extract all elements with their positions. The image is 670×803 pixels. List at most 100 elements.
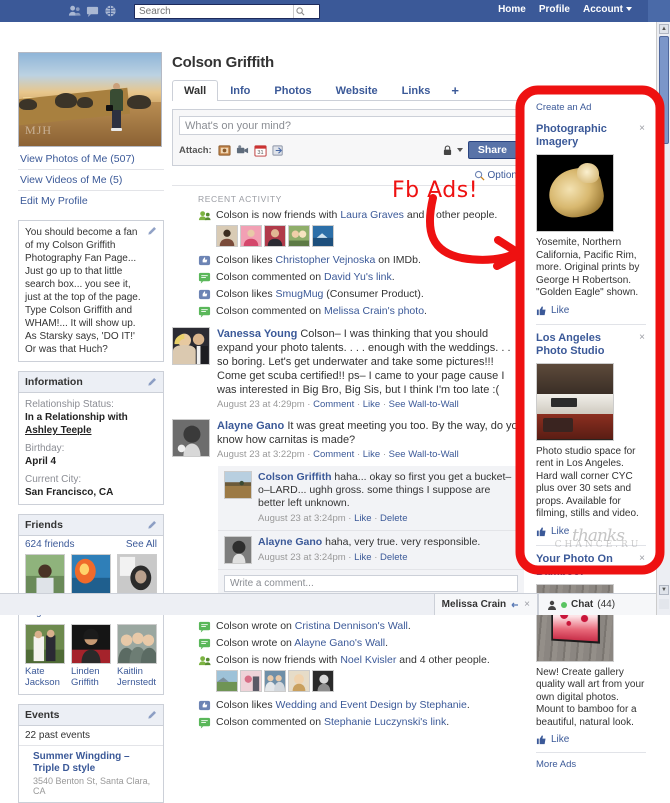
activity-thumb[interactable] bbox=[240, 670, 262, 692]
lock-icon[interactable] bbox=[443, 144, 452, 156]
options-link[interactable]: Options bbox=[488, 170, 522, 181]
chevron-down-icon[interactable] bbox=[456, 148, 463, 152]
thumbs-up-icon[interactable] bbox=[536, 526, 547, 537]
activity-thumb[interactable] bbox=[216, 670, 238, 692]
friend-name[interactable]: Kaitlin Jernstedt bbox=[117, 666, 157, 688]
close-icon[interactable]: × bbox=[639, 553, 645, 564]
ad-title-link[interactable]: Los Angeles Photo Studio bbox=[536, 332, 646, 358]
chat-toggle[interactable]: Chat (44) bbox=[538, 594, 656, 615]
view-photos-of-me-link[interactable]: View Photos of Me (507) bbox=[18, 149, 164, 170]
comment-input[interactable]: Write a comment... bbox=[224, 575, 518, 592]
video-icon[interactable] bbox=[236, 144, 249, 157]
activity-thumb[interactable] bbox=[312, 670, 334, 692]
activity-thumb[interactable] bbox=[288, 225, 310, 247]
messages-icon[interactable] bbox=[86, 4, 99, 18]
friend-avatar[interactable] bbox=[25, 554, 65, 594]
event-icon[interactable]: 31 bbox=[254, 144, 267, 157]
thumbs-up-icon[interactable] bbox=[536, 305, 547, 316]
ad-image[interactable] bbox=[536, 362, 614, 441]
post-wall-to-wall-action[interactable]: See Wall-to-Wall bbox=[389, 449, 459, 460]
scrollbar-thumb[interactable] bbox=[659, 36, 669, 144]
activity-link[interactable]: David Yu's link bbox=[324, 271, 392, 283]
friend-avatar[interactable] bbox=[71, 624, 111, 664]
search-icon[interactable] bbox=[293, 5, 307, 18]
ad-like-label[interactable]: Like bbox=[551, 734, 569, 745]
page-scrollbar[interactable]: ▲ ▼ bbox=[656, 22, 670, 615]
friend-avatar[interactable] bbox=[117, 624, 157, 664]
edit-pencil-icon[interactable] bbox=[147, 377, 157, 387]
post-like-action[interactable]: Like bbox=[363, 399, 380, 410]
activity-link[interactable]: Melissa Crain's photo bbox=[324, 305, 424, 317]
ad-like-row[interactable]: Like bbox=[536, 734, 646, 745]
scroll-up-arrow[interactable]: ▲ bbox=[659, 24, 669, 34]
friends-see-all-link[interactable]: See All bbox=[126, 539, 157, 550]
activity-link[interactable]: Wedding and Event Design by Stephanie bbox=[276, 699, 467, 711]
notifications-icon[interactable] bbox=[104, 4, 117, 18]
create-an-ad-link[interactable]: Create an Ad bbox=[536, 102, 646, 116]
relationship-partner-link[interactable]: Ashley Teeple bbox=[25, 424, 157, 437]
chat-label[interactable]: Chat bbox=[571, 599, 593, 610]
nav-account[interactable]: Account bbox=[583, 4, 632, 15]
close-icon[interactable]: × bbox=[524, 599, 530, 610]
close-icon[interactable]: × bbox=[639, 123, 645, 134]
scroll-down-arrow[interactable]: ▼ bbox=[659, 585, 669, 595]
post-comment-action[interactable]: Comment bbox=[313, 399, 354, 410]
friend-name[interactable]: Linden Griffith bbox=[71, 666, 111, 688]
event-item[interactable]: Summer Wingding – Triple D style 3540 Be… bbox=[19, 746, 163, 802]
more-ads-link[interactable]: More Ads bbox=[536, 752, 646, 770]
activity-link[interactable]: Christopher Vejnoska bbox=[276, 254, 376, 266]
edit-pencil-icon[interactable] bbox=[147, 520, 157, 530]
resize-grip[interactable] bbox=[659, 599, 669, 609]
post-author-link[interactable]: Vanessa Young bbox=[217, 328, 297, 340]
comment-like-action[interactable]: Like bbox=[354, 513, 371, 524]
activity-link[interactable]: Laura Graves bbox=[340, 209, 404, 221]
tab-wall[interactable]: Wall bbox=[172, 80, 219, 101]
comment-author-link[interactable]: Colson Griffith bbox=[258, 471, 332, 483]
status-input[interactable]: What's on your mind? bbox=[179, 116, 517, 135]
friend-avatar[interactable] bbox=[71, 554, 111, 594]
search-input[interactable] bbox=[135, 6, 293, 17]
tab-links[interactable]: Links bbox=[390, 80, 443, 101]
link-icon[interactable] bbox=[272, 144, 285, 157]
close-icon[interactable]: × bbox=[639, 332, 645, 343]
edit-pencil-icon[interactable] bbox=[147, 710, 157, 720]
ad-like-row[interactable]: Like bbox=[536, 305, 646, 316]
avatar[interactable] bbox=[172, 419, 210, 457]
friend-item[interactable]: Linden Griffith bbox=[71, 624, 111, 688]
share-button[interactable]: Share bbox=[467, 141, 517, 159]
comment-like-action[interactable]: Like bbox=[354, 552, 371, 563]
tab-website[interactable]: Website bbox=[324, 80, 390, 101]
ad-like-label[interactable]: Like bbox=[551, 305, 569, 316]
avatar[interactable] bbox=[224, 536, 252, 564]
ad-title-link[interactable]: Your Photo On Bamboo! bbox=[536, 553, 646, 579]
nav-home[interactable]: Home bbox=[498, 4, 526, 15]
search-box[interactable] bbox=[134, 4, 320, 19]
nav-profile[interactable]: Profile bbox=[539, 4, 570, 15]
avatar[interactable] bbox=[172, 327, 210, 365]
activity-link[interactable]: Alayne Gano's Wall bbox=[294, 637, 385, 649]
ad-like-label[interactable]: Like bbox=[551, 526, 569, 537]
tab-photos[interactable]: Photos bbox=[262, 80, 323, 101]
post-wall-to-wall-action[interactable]: See Wall-to-Wall bbox=[389, 399, 459, 410]
ad-title-link[interactable]: Photographic Imagery bbox=[536, 123, 646, 149]
activity-thumb[interactable] bbox=[240, 225, 262, 247]
activity-link[interactable]: Cristina Dennison's Wall bbox=[295, 620, 408, 632]
view-videos-of-me-link[interactable]: View Videos of Me (5) bbox=[18, 170, 164, 191]
friend-avatar[interactable] bbox=[117, 554, 157, 594]
tab-info[interactable]: Info bbox=[218, 80, 262, 101]
search-options-icon[interactable] bbox=[474, 170, 485, 181]
edit-pencil-icon[interactable] bbox=[147, 226, 157, 236]
post-like-action[interactable]: Like bbox=[363, 449, 380, 460]
activity-thumb[interactable] bbox=[264, 670, 286, 692]
friend-item[interactable]: Kate Jackson bbox=[25, 624, 65, 688]
comment-delete-action[interactable]: Delete bbox=[380, 552, 407, 563]
post-author-link[interactable]: Alayne Gano bbox=[217, 420, 284, 432]
activity-thumb[interactable] bbox=[216, 225, 238, 247]
activity-link[interactable]: Stephanie Luczynski's link bbox=[324, 716, 446, 728]
minimize-icon[interactable] bbox=[511, 601, 519, 609]
friend-item[interactable]: Kaitlin Jernstedt bbox=[117, 624, 157, 688]
friend-name[interactable]: Kate Jackson bbox=[25, 666, 65, 688]
event-title-link[interactable]: Summer Wingding – Triple D style bbox=[33, 751, 157, 775]
comment-delete-action[interactable]: Delete bbox=[380, 513, 407, 524]
post-comment-action[interactable]: Comment bbox=[313, 449, 354, 460]
